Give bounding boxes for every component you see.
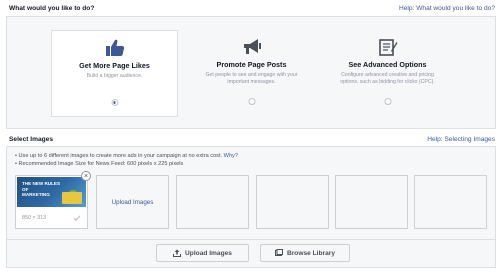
browse-library-button[interactable]: Browse Library [260,244,350,262]
image-notes: • Use up to 6 different images to create… [15,152,238,169]
upload-icon [173,249,182,257]
why-link[interactable]: Why? [224,153,238,159]
empty-image-slot[interactable] [256,175,329,229]
checkmark-icon [73,215,81,222]
image-size-label: 850 × 313 [22,215,47,221]
option-see-advanced-options[interactable]: See Advanced Options Configure advanced … [324,30,451,117]
option-description: Configure advanced creative and pricing … [340,72,435,86]
library-icon [274,249,283,256]
image-note-text: • Use up to 6 different images to create… [15,153,223,159]
upload-images-slot[interactable]: Upload Images [96,175,169,229]
objective-help-link[interactable]: Help: What would you like to do? [399,5,495,12]
option-description: Build a bigger audience. [86,73,143,79]
close-icon: × [83,172,89,180]
thumbnail-text: THE NEW RULES [22,181,61,186]
image-thumbnail: THE NEW RULES OF MARKETING [17,177,86,207]
thumbnail-accent [62,192,82,204]
divider [7,239,495,240]
option-radio[interactable] [384,98,391,105]
thumbnail-text: OF [22,186,29,192]
thumbs-up-icon [105,39,124,56]
option-title: See Advanced Options [348,60,427,69]
image-note-line: • Use up to 6 different images to create… [15,152,238,160]
images-section-header: Select Images Help: Selecting Images [9,133,495,145]
empty-image-slot[interactable] [414,175,487,229]
thumbnail-text: MARKETING [22,192,50,197]
browse-library-button-label: Browse Library [286,249,335,257]
ad-create-page: What would you like to do? Help: What wo… [0,0,500,273]
objective-heading: What would you like to do? [9,4,95,12]
empty-image-slot[interactable] [335,175,408,229]
upload-images-button-label: Upload Images [185,249,232,257]
remove-image-button[interactable]: × [81,171,91,181]
option-promote-page-posts[interactable]: Promote Page Posts Get people to see and… [188,30,315,117]
images-help-link[interactable]: Help: Selecting Images [427,136,495,143]
option-title: Get More Page Likes [79,61,150,70]
option-title: Promote Page Posts [216,60,287,69]
notepad-icon [378,39,397,56]
objective-section-header: What would you like to do? Help: What wo… [9,2,495,14]
image-note-line: • Recommended Image Size for News Feed: … [15,161,184,168]
option-description: Get people to see and engage with your i… [205,72,298,86]
empty-image-slot[interactable] [176,175,249,229]
image-slot-selected[interactable]: THE NEW RULES OF MARKETING × 850 × 313 [15,171,91,229]
upload-images-button[interactable]: Upload Images [156,244,249,262]
images-heading: Select Images [9,135,53,143]
objective-panel: Get More Page Likes Build a bigger audie… [6,16,496,129]
option-radio[interactable] [111,99,118,106]
upload-images-slot-label: Upload Images [111,198,154,206]
option-get-more-page-likes[interactable]: Get More Page Likes Build a bigger audie… [51,30,178,117]
images-panel: • Use up to 6 different images to create… [6,146,496,268]
option-radio[interactable] [248,98,255,105]
megaphone-icon [243,39,261,54]
